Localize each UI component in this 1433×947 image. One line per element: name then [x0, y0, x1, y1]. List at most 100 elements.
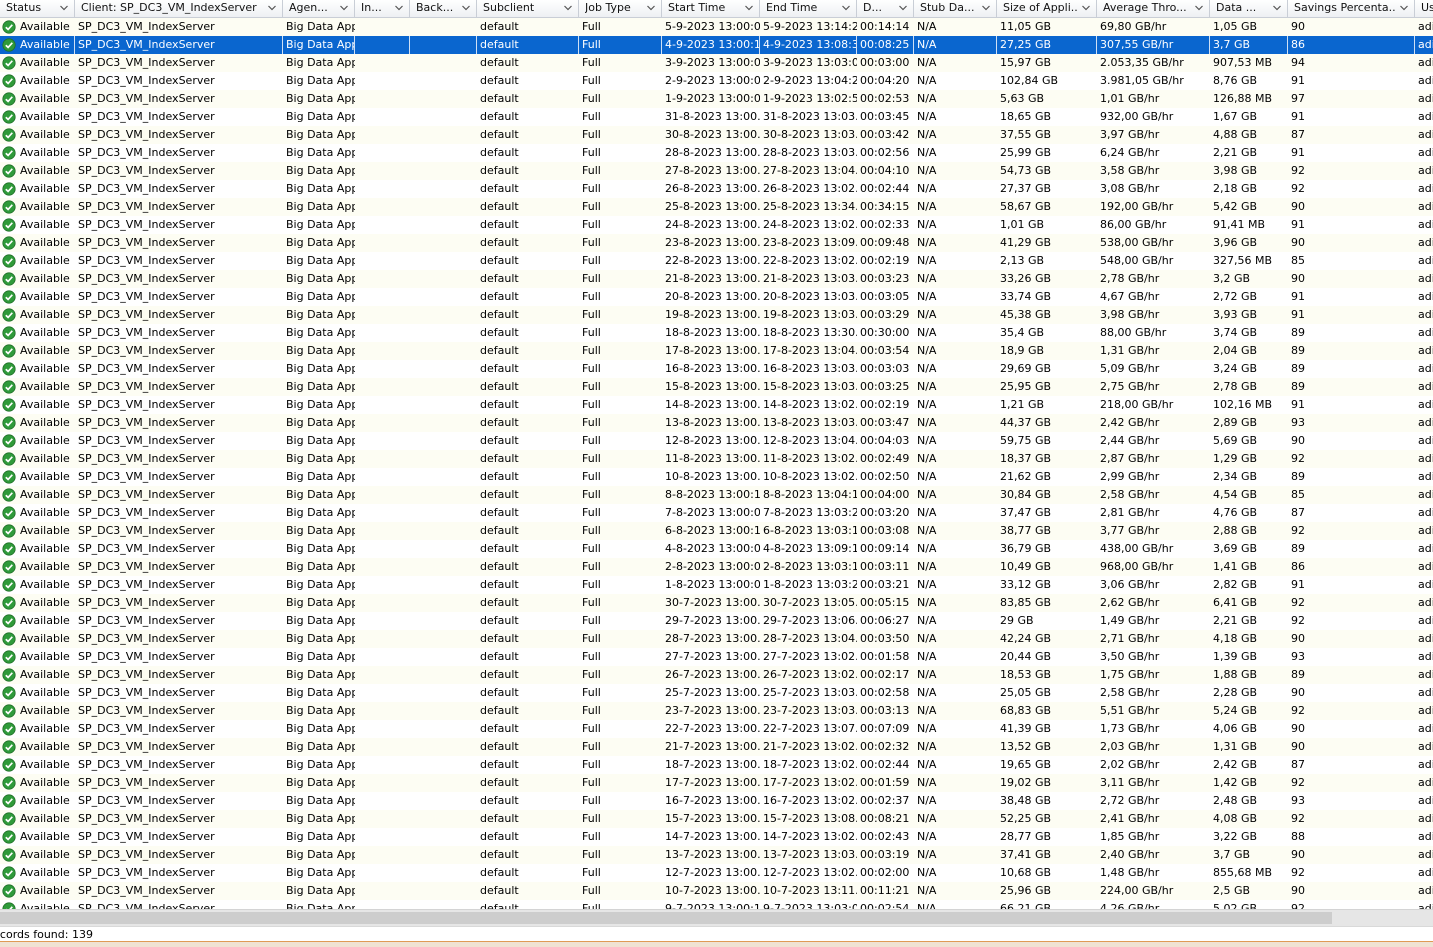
table-row[interactable]: Available SP_DC3_VM_IndexServer Big Data A… [0, 648, 1433, 666]
table-row[interactable]: Available SP_DC3_VM_IndexServer Big Data A… [0, 810, 1433, 828]
column-header-user[interactable]: Us [1415, 0, 1433, 17]
table-row[interactable]: Available SP_DC3_VM_IndexServer Big Data A… [0, 360, 1433, 378]
table-row[interactable]: Available SP_DC3_VM_IndexServer Big Data A… [0, 216, 1433, 234]
table-row[interactable]: Available SP_DC3_VM_IndexServer Big Data A… [0, 414, 1433, 432]
table-row[interactable]: Available SP_DC3_VM_IndexServer Big Data A… [0, 630, 1433, 648]
table-row[interactable]: Available SP_DC3_VM_IndexServer Big Data A… [0, 144, 1433, 162]
column-header-stub[interactable]: Stub Da... [914, 0, 997, 17]
cell-start: 16-8-2023 13:00... [665, 362, 760, 375]
chevron-down-icon[interactable] [59, 0, 69, 16]
column-header-status[interactable]: Status [0, 0, 75, 17]
chevron-down-icon[interactable] [563, 0, 573, 16]
chevron-down-icon[interactable] [461, 0, 471, 16]
table-row[interactable]: Available SP_DC3_VM_IndexServer Big Data A… [0, 180, 1433, 198]
table-row[interactable]: Available SP_DC3_VM_IndexServer Big Data A… [0, 702, 1433, 720]
table-row[interactable]: Available SP_DC3_VM_IndexServer Big Data A… [0, 324, 1433, 342]
status-label: Available [20, 236, 70, 249]
table-row[interactable]: Available SP_DC3_VM_IndexServer Big Data A… [0, 486, 1433, 504]
table-row[interactable]: Available SP_DC3_VM_IndexServer Big Data A… [0, 576, 1433, 594]
table-row[interactable]: Available SP_DC3_VM_IndexServer Big Data A… [0, 72, 1433, 90]
table-row[interactable]: Available SP_DC3_VM_IndexServer Big Data A… [0, 540, 1433, 558]
table-row[interactable]: Available SP_DC3_VM_IndexServer Big Data A… [0, 36, 1433, 54]
scrollbar-thumb[interactable] [0, 912, 1332, 924]
table-row[interactable]: Available SP_DC3_VM_IndexServer Big Data A… [0, 594, 1433, 612]
column-header-savings[interactable]: Savings Percenta... [1288, 0, 1415, 17]
table-row[interactable]: Available SP_DC3_VM_IndexServer Big Data A… [0, 396, 1433, 414]
cell-stub: N/A [917, 308, 937, 321]
table-row[interactable]: Available SP_DC3_VM_IndexServer Big Data A… [0, 54, 1433, 72]
chevron-down-icon[interactable] [1272, 0, 1282, 16]
table-row[interactable]: Available SP_DC3_VM_IndexServer Big Data A… [0, 342, 1433, 360]
table-row[interactable]: Available SP_DC3_VM_IndexServer Big Data A… [0, 882, 1433, 900]
table-row[interactable]: Available SP_DC3_VM_IndexServer Big Data A… [0, 18, 1433, 36]
chevron-down-icon[interactable] [898, 0, 908, 16]
cell-start: 24-8-2023 13:00... [665, 218, 760, 231]
table-row[interactable]: Available SP_DC3_VM_IndexServer Big Data A… [0, 288, 1433, 306]
table-row[interactable]: Available SP_DC3_VM_IndexServer Big Data A… [0, 720, 1433, 738]
table-row[interactable]: Available SP_DC3_VM_IndexServer Big Data A… [0, 378, 1433, 396]
table-row[interactable]: Available SP_DC3_VM_IndexServer Big Data A… [0, 252, 1433, 270]
chevron-down-icon[interactable] [1194, 0, 1204, 16]
table-row[interactable]: Available SP_DC3_VM_IndexServer Big Data A… [0, 666, 1433, 684]
table-row[interactable]: Available SP_DC3_VM_IndexServer Big Data A… [0, 828, 1433, 846]
column-header-subclient[interactable]: Subclient [477, 0, 579, 17]
column-header-start[interactable]: Start Time [662, 0, 760, 17]
table-row[interactable]: Available SP_DC3_VM_IndexServer Big Data A… [0, 774, 1433, 792]
table-row[interactable]: Available SP_DC3_VM_IndexServer Big Data A… [0, 270, 1433, 288]
column-header-agent[interactable]: Agen... [283, 0, 355, 17]
table-row[interactable]: Available SP_DC3_VM_IndexServer Big Data A… [0, 738, 1433, 756]
table-row[interactable]: Available SP_DC3_VM_IndexServer Big Data A… [0, 432, 1433, 450]
cell-backupset [410, 252, 477, 270]
window-bottom-edge [0, 941, 1433, 947]
chevron-down-icon[interactable] [646, 0, 656, 16]
table-row[interactable]: Available SP_DC3_VM_IndexServer Big Data A… [0, 234, 1433, 252]
cell-stub: N/A [917, 866, 937, 879]
table-row[interactable]: Available SP_DC3_VM_IndexServer Big Data A… [0, 126, 1433, 144]
table-row[interactable]: Available SP_DC3_VM_IndexServer Big Data A… [0, 306, 1433, 324]
column-header-backupset[interactable]: Back... [410, 0, 477, 17]
column-header-size[interactable]: Size of Appli... [997, 0, 1097, 17]
column-header-data[interactable]: Data ... [1210, 0, 1288, 17]
table-row[interactable]: Available SP_DC3_VM_IndexServer Big Data A… [0, 108, 1433, 126]
cell-backupset [410, 594, 477, 612]
column-header-jobtype[interactable]: Job Type [579, 0, 662, 17]
table-row[interactable]: Available SP_DC3_VM_IndexServer Big Data A… [0, 162, 1433, 180]
table-row[interactable]: Available SP_DC3_VM_IndexServer Big Data A… [0, 756, 1433, 774]
cell-savings: 86 [1288, 36, 1415, 54]
table-row[interactable]: Available SP_DC3_VM_IndexServer Big Data A… [0, 468, 1433, 486]
table-row[interactable]: Available SP_DC3_VM_IndexServer Big Data A… [0, 846, 1433, 864]
column-header-throughput[interactable]: Average Thro... [1097, 0, 1210, 17]
cell-jobtype: Full [582, 776, 601, 789]
cell-size: 19,65 GB [1000, 758, 1052, 771]
table-row[interactable]: Available SP_DC3_VM_IndexServer Big Data A… [0, 504, 1433, 522]
table-row[interactable]: Available SP_DC3_VM_IndexServer Big Data A… [0, 90, 1433, 108]
column-header-instance[interactable]: In... [355, 0, 410, 17]
table-row[interactable]: Available SP_DC3_VM_IndexServer Big Data A… [0, 522, 1433, 540]
cell-end: 20-8-2023 13:03... [763, 290, 857, 303]
table-row[interactable]: Available SP_DC3_VM_IndexServer Big Data A… [0, 684, 1433, 702]
table-row[interactable]: Available SP_DC3_VM_IndexServer Big Data A… [0, 558, 1433, 576]
column-header-duration[interactable]: D... [857, 0, 914, 17]
chevron-down-icon[interactable] [744, 0, 754, 16]
chevron-down-icon[interactable] [841, 0, 851, 16]
chevron-down-icon[interactable] [394, 0, 404, 16]
horizontal-scrollbar[interactable] [0, 909, 1433, 926]
chevron-down-icon[interactable] [339, 0, 349, 16]
column-header-client[interactable]: Client: SP_DC3_VM_IndexServer [75, 0, 283, 17]
table-row[interactable]: Available SP_DC3_VM_IndexServer Big Data A… [0, 198, 1433, 216]
chevron-down-icon[interactable] [267, 0, 277, 16]
table-row[interactable]: Available SP_DC3_VM_IndexServer Big Data A… [0, 792, 1433, 810]
cell-subclient: default [480, 740, 519, 753]
table-row[interactable]: Available SP_DC3_VM_IndexServer Big Data A… [0, 450, 1433, 468]
chevron-down-icon[interactable] [1081, 0, 1091, 16]
chevron-down-icon[interactable] [981, 0, 991, 16]
cell-backupset [410, 486, 477, 504]
cell-stub: N/A [917, 776, 937, 789]
cell-agent: Big Data Apps [286, 596, 355, 609]
cell-client: SP_DC3_VM_IndexServer [78, 902, 215, 909]
table-row[interactable]: Available SP_DC3_VM_IndexServer Big Data A… [0, 900, 1433, 909]
table-row[interactable]: Available SP_DC3_VM_IndexServer Big Data A… [0, 864, 1433, 882]
table-row[interactable]: Available SP_DC3_VM_IndexServer Big Data A… [0, 612, 1433, 630]
chevron-down-icon[interactable] [1399, 0, 1409, 16]
column-header-end[interactable]: End Time [760, 0, 857, 17]
